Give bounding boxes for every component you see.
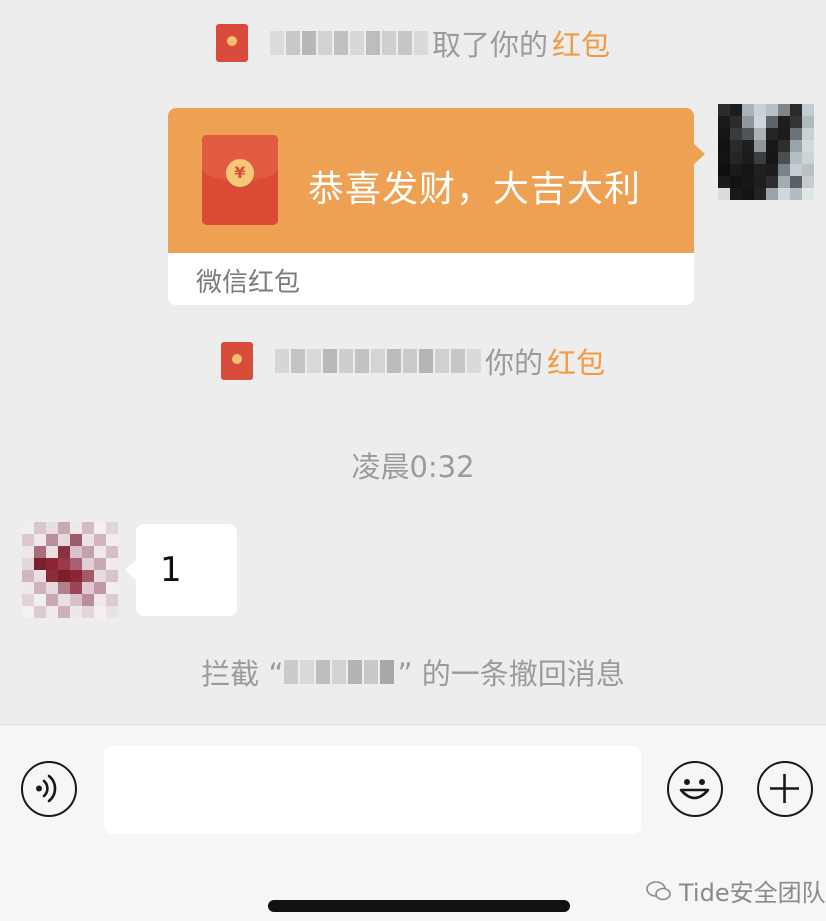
red-packet-link[interactable]: 红包: [547, 340, 605, 382]
message-timestamp: 凌晨0:32: [351, 450, 475, 484]
red-packet-label: 微信红包: [196, 268, 301, 298]
incoming-message-bubble[interactable]: 1: [136, 524, 237, 616]
red-packet-icon: [215, 24, 248, 62]
recall-notice-suffix: ” 的一条撤回消息: [397, 657, 625, 691]
system-message-text: 取了你的: [431, 28, 548, 62]
voice-button[interactable]: [21, 761, 77, 817]
red-packet-link[interactable]: 红包: [552, 22, 610, 64]
red-envelope-icon: ¥: [202, 135, 278, 225]
red-packet-body[interactable]: ¥ 恭喜发财，大吉大利: [168, 108, 694, 253]
contact-avatar[interactable]: [22, 522, 118, 618]
my-avatar[interactable]: [718, 104, 814, 200]
incoming-message-text: 1: [160, 550, 182, 590]
bubble-tail: [693, 143, 705, 165]
voice-icon: [36, 774, 57, 803]
emoji-button[interactable]: [667, 761, 723, 817]
recall-intercept-notice: 拦截 “ ” 的一条撤回消息: [0, 651, 826, 693]
watermark-text: Tide安全团队: [679, 879, 826, 907]
bubble-tail: [125, 559, 137, 581]
emoji-icon: [679, 779, 710, 800]
pixelated-username: [274, 349, 481, 373]
chat-input-bar: Tide安全团队: [0, 724, 826, 921]
system-message-text: 你的: [484, 346, 543, 380]
red-packet-icon: [220, 342, 253, 380]
pixelated-username: [269, 31, 428, 55]
home-indicator: [268, 900, 570, 912]
system-message-red-packet-claimed-2: 你的 红包: [0, 340, 826, 387]
system-message-red-packet-claimed: 取了你的 红包: [0, 22, 826, 69]
yuan-coin-icon: ¥: [226, 159, 254, 187]
message-input[interactable]: [104, 746, 641, 834]
watermark: Tide安全团队: [645, 873, 826, 908]
more-button[interactable]: [757, 761, 813, 817]
red-packet-bubble[interactable]: ¥ 恭喜发财，大吉大利 微信红包: [168, 108, 694, 305]
plus-icon: [770, 774, 799, 803]
red-packet-greeting: 恭喜发财，大吉大利: [308, 169, 642, 210]
recall-notice-prefix: 拦截 “: [201, 657, 284, 691]
pixelated-username: [283, 660, 394, 684]
wechat-official-account-icon: [646, 880, 671, 900]
